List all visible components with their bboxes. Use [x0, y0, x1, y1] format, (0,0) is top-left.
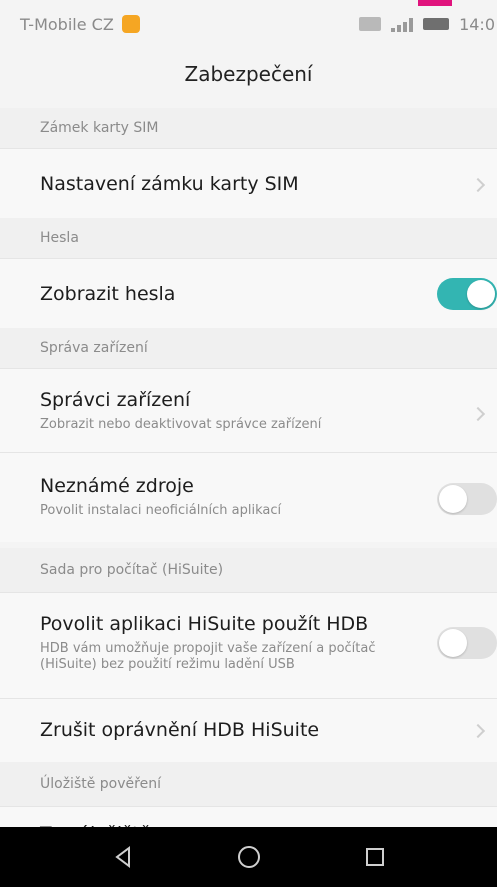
- page-title: Zabezpečení: [0, 48, 497, 100]
- show-passwords-title: Zobrazit hesla: [40, 283, 176, 305]
- unknown-sources-subtitle: Povolit instalaci neoficiálních aplikací: [40, 503, 282, 518]
- section-header-label: Zámek karty SIM: [40, 120, 159, 136]
- recent-apps-button[interactable]: [360, 842, 390, 872]
- allow-hisuite-hdb-row[interactable]: Povolit aplikaci HiSuite použít HDB HDB …: [0, 592, 497, 698]
- allow-hisuite-hdb-subtitle: HDB vám umožňuje propojit vaše zařízení …: [40, 641, 376, 673]
- chevron-right-icon: [470, 177, 486, 193]
- page-title-text: Zabezpečení: [184, 62, 313, 86]
- section-header-credentials: Úložiště pověření: [0, 762, 497, 806]
- status-bar: T-Mobile CZ 14:0: [0, 0, 497, 48]
- back-triangle-icon: [114, 846, 130, 868]
- chevron-right-icon: [470, 723, 486, 739]
- signal-icon: [391, 16, 414, 32]
- battery-icon: [423, 18, 450, 30]
- toggle-knob: [439, 629, 467, 657]
- home-circle-icon: [237, 846, 260, 868]
- chevron-right-icon: [470, 406, 486, 422]
- clock: 14:0: [459, 14, 495, 34]
- navigation-bar: [0, 827, 497, 887]
- revoke-hisuite-hdb-title: Zrušit oprávnění HDB HiSuite: [40, 719, 320, 741]
- status-right: 14:0: [359, 15, 495, 34]
- toggle-knob: [439, 485, 467, 513]
- sim-icon: [359, 17, 382, 31]
- section-header-label: Hesla: [40, 230, 79, 246]
- carrier-name: T-Mobile CZ: [20, 14, 114, 34]
- section-header-passwords: Hesla: [0, 218, 497, 258]
- section-header-device-admin: Správa zařízení: [0, 328, 497, 368]
- section-header-hisuite: Sada pro počítač (HiSuite): [0, 548, 497, 592]
- sim-lock-settings-row[interactable]: Nastavení zámku karty SIM: [0, 148, 497, 218]
- section-header-sim-lock: Zámek karty SIM: [0, 108, 497, 148]
- section-header-label: Správa zařízení: [40, 340, 148, 356]
- unknown-sources-row[interactable]: Neznámé zdroje Povolit instalaci neofici…: [0, 452, 497, 542]
- section-header-label: Úložiště pověření: [40, 776, 161, 792]
- section-header-label: Sada pro počítač (HiSuite): [40, 562, 224, 578]
- device-admins-title: Správci zařízení: [40, 389, 191, 411]
- sim-lock-settings-title: Nastavení zámku karty SIM: [40, 173, 299, 195]
- device-admins-subtitle: Zobrazit nebo deaktivovat správce zaříze…: [40, 417, 322, 432]
- app-notification-icon: [121, 15, 140, 33]
- allow-hisuite-hdb-title: Povolit aplikaci HiSuite použít HDB: [40, 613, 369, 635]
- show-passwords-row[interactable]: Zobrazit hesla: [0, 258, 497, 328]
- status-left: T-Mobile CZ: [20, 15, 140, 34]
- revoke-hisuite-hdb-row[interactable]: Zrušit oprávnění HDB HiSuite: [0, 698, 497, 762]
- allow-hisuite-hdb-toggle[interactable]: [437, 627, 497, 659]
- home-button[interactable]: [234, 842, 264, 872]
- back-button[interactable]: [108, 842, 138, 872]
- toggle-knob: [467, 280, 495, 308]
- unknown-sources-toggle[interactable]: [437, 483, 497, 515]
- recent-square-icon: [365, 848, 384, 866]
- show-passwords-toggle[interactable]: [437, 278, 497, 310]
- device-admins-row[interactable]: Správci zařízení Zobrazit nebo deaktivov…: [0, 368, 497, 452]
- unknown-sources-title: Neznámé zdroje: [40, 475, 194, 497]
